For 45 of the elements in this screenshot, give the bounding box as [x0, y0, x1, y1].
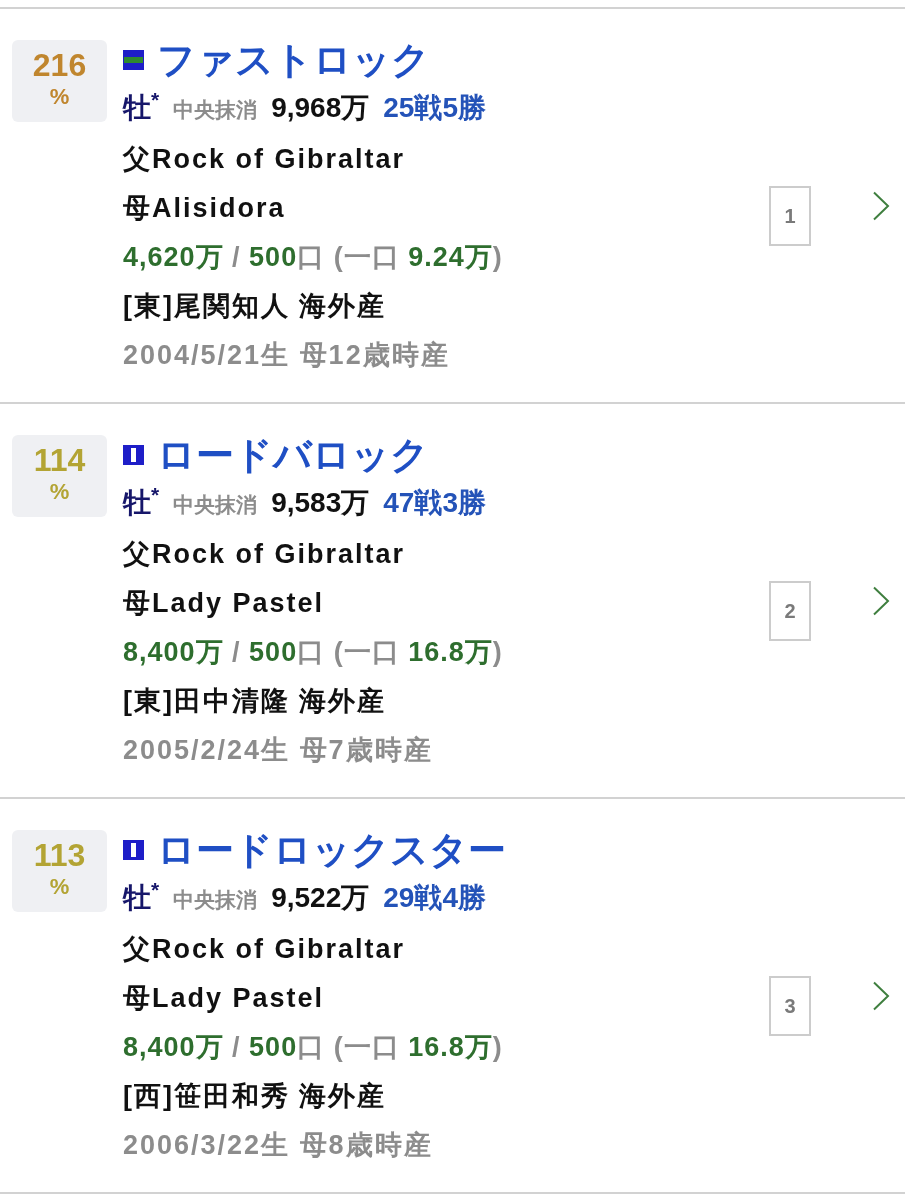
earnings-text: 9,522万	[271, 881, 370, 915]
chevron-right-icon[interactable]	[872, 190, 890, 221]
sex-label: 牡$^{*}$	[123, 876, 160, 915]
earnings-text: 9,968万	[271, 91, 370, 125]
striped-square-icon	[123, 840, 144, 860]
trainer-text: [東]田中清隆 海外産	[123, 685, 387, 718]
status-label: 中央抹消	[173, 492, 258, 518]
number-box: 2	[769, 580, 811, 641]
striped-square-icon	[123, 445, 144, 465]
percent-sign: %	[49, 84, 70, 110]
sire-text: 父Rock of Gibraltar	[123, 538, 406, 571]
horse-name-link[interactable]: ロードロックスター	[157, 826, 506, 874]
percent-sign: %	[49, 479, 70, 505]
number-box: 1	[769, 185, 811, 246]
sex-label: 牡$^{*}$	[123, 481, 160, 520]
record-text: 47戦3勝	[383, 486, 486, 520]
horse-name-link[interactable]: ロードバロック	[157, 431, 429, 479]
trainer-text: [東]尾関知人 海外産	[123, 290, 387, 323]
birth-text: 2004/5/21生 母12歳時産	[123, 339, 450, 372]
trainer-text: [西]笹田和秀 海外産	[123, 1080, 387, 1113]
sire-text: 父Rock of Gibraltar	[123, 143, 406, 176]
price-text: 8,400万 / 500口 (一口 16.8万)	[123, 636, 503, 669]
record-text: 25戦5勝	[383, 91, 486, 125]
percent-value: 114	[33, 441, 86, 479]
price-text: 4,620万 / 500口 (一口 9.24万)	[123, 241, 503, 274]
status-label: 中央抹消	[173, 97, 258, 123]
status-label: 中央抹消	[173, 887, 258, 913]
sex-label: 牡$^{*}$	[123, 86, 160, 125]
percent-sign: %	[49, 874, 70, 900]
striped-square-icon	[123, 50, 144, 70]
birth-text: 2005/2/24生 母7歳時産	[123, 734, 433, 767]
price-text: 8,400万 / 500口 (一口 16.8万)	[123, 1031, 503, 1064]
chevron-right-icon[interactable]	[872, 980, 890, 1011]
horse-name-link[interactable]: ファストロック	[157, 36, 430, 84]
sire-text: 父Rock of Gibraltar	[123, 933, 406, 966]
number-box: 3	[769, 975, 811, 1036]
chevron-right-icon[interactable]	[872, 585, 890, 616]
percent-value: 113	[33, 836, 86, 874]
percent-value: 216	[32, 46, 87, 84]
earnings-text: 9,583万	[271, 486, 370, 520]
record-text: 29戦4勝	[383, 881, 486, 915]
dam-text: 母Lady Pastel	[123, 982, 325, 1015]
dam-text: 母Alisidora	[123, 192, 286, 225]
dam-text: 母Lady Pastel	[123, 587, 325, 620]
birth-text: 2006/3/22生 母8歳時産	[123, 1129, 433, 1162]
